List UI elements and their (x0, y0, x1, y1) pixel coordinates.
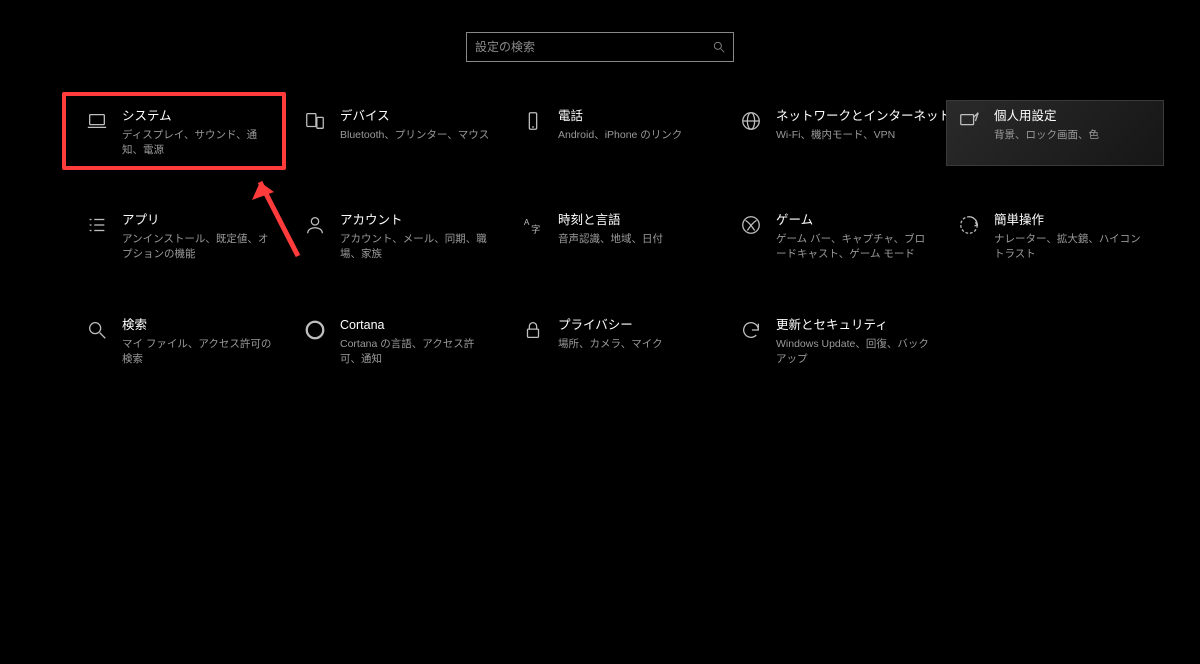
tile-gaming[interactable]: ゲーム ゲーム バー、キャプチャ、ブロードキャスト、ゲーム モード (728, 204, 946, 270)
tile-desc: ディスプレイ、サウンド、通知、電源 (122, 128, 278, 158)
cortana-icon (304, 319, 326, 341)
tile-title: 簡単操作 (994, 212, 1149, 229)
tile-cortana[interactable]: Cortana Cortana の言語、アクセス許可、通知 (292, 309, 510, 375)
phone-icon (522, 110, 544, 132)
lock-icon (522, 319, 544, 341)
tile-phone[interactable]: 電話 Android、iPhone のリンク (510, 100, 728, 166)
tile-title: アカウント (340, 212, 495, 229)
tile-desc: Android、iPhone のリンク (558, 128, 682, 143)
tile-update-security[interactable]: 更新とセキュリティ Windows Update、回復、バックアップ (728, 309, 946, 375)
paint-icon (958, 110, 980, 132)
tile-desc: ナレーター、拡大鏡、ハイコントラスト (994, 232, 1149, 262)
language-icon: A字 (522, 214, 544, 236)
settings-grid: システム ディスプレイ、サウンド、通知、電源 デバイス Bluetooth、プリ… (74, 100, 1166, 375)
search-input[interactable] (466, 32, 734, 62)
tile-desc: Cortana の言語、アクセス許可、通知 (340, 337, 495, 367)
magnifier-icon (86, 319, 108, 341)
tile-title: 電話 (558, 108, 682, 125)
tile-desc: ゲーム バー、キャプチャ、ブロードキャスト、ゲーム モード (776, 232, 931, 262)
tile-desc: アカウント、メール、同期、職場、家族 (340, 232, 495, 262)
tile-devices[interactable]: デバイス Bluetooth、プリンター、マウス (292, 100, 510, 166)
globe-icon (740, 110, 762, 132)
tile-title: デバイス (340, 108, 489, 125)
tile-title: プライバシー (558, 317, 663, 334)
tile-desc: 背景、ロック画面、色 (994, 128, 1099, 143)
tile-system[interactable]: システム ディスプレイ、サウンド、通知、電源 (74, 100, 292, 166)
search-box[interactable] (466, 32, 734, 62)
tile-time-language[interactable]: A字 時刻と言語 音声認識、地域、日付 (510, 204, 728, 270)
tile-title: 個人用設定 (994, 108, 1099, 125)
svg-text:字: 字 (531, 224, 540, 235)
ease-icon (958, 214, 980, 236)
tile-title: Cortana (340, 317, 495, 334)
tile-network[interactable]: ネットワークとインターネット Wi-Fi、機内モード、VPN (728, 100, 946, 166)
tile-desc: Bluetooth、プリンター、マウス (340, 128, 489, 143)
tile-search[interactable]: 検索 マイ ファイル、アクセス許可の検索 (74, 309, 292, 375)
tile-desc: 音声認識、地域、日付 (558, 232, 663, 247)
tile-privacy[interactable]: プライバシー 場所、カメラ、マイク (510, 309, 728, 375)
tile-desc: 場所、カメラ、マイク (558, 337, 663, 352)
tile-personalization[interactable]: 個人用設定 背景、ロック画面、色 (946, 100, 1164, 166)
xbox-icon (740, 214, 762, 236)
tile-accounts[interactable]: アカウント アカウント、メール、同期、職場、家族 (292, 204, 510, 270)
tile-title: 時刻と言語 (558, 212, 663, 229)
devices-icon (304, 110, 326, 132)
tile-desc: Wi-Fi、機内モード、VPN (776, 128, 951, 143)
tile-title: 検索 (122, 317, 278, 334)
svg-text:A: A (524, 218, 530, 227)
tile-desc: Windows Update、回復、バックアップ (776, 337, 931, 367)
tile-title: システム (122, 108, 278, 125)
sync-icon (740, 319, 762, 341)
apps-list-icon (86, 214, 108, 236)
tile-title: ゲーム (776, 212, 931, 229)
tile-ease-of-access[interactable]: 簡単操作 ナレーター、拡大鏡、ハイコントラスト (946, 204, 1164, 270)
tile-desc: アンインストール、既定値、オプションの機能 (122, 232, 277, 262)
person-icon (304, 214, 326, 236)
tile-title: 更新とセキュリティ (776, 317, 931, 334)
tile-apps[interactable]: アプリ アンインストール、既定値、オプションの機能 (74, 204, 292, 270)
tile-desc: マイ ファイル、アクセス許可の検索 (122, 337, 278, 367)
tile-title: ネットワークとインターネット (776, 108, 951, 125)
laptop-icon (86, 110, 108, 132)
tile-title: アプリ (122, 212, 277, 229)
